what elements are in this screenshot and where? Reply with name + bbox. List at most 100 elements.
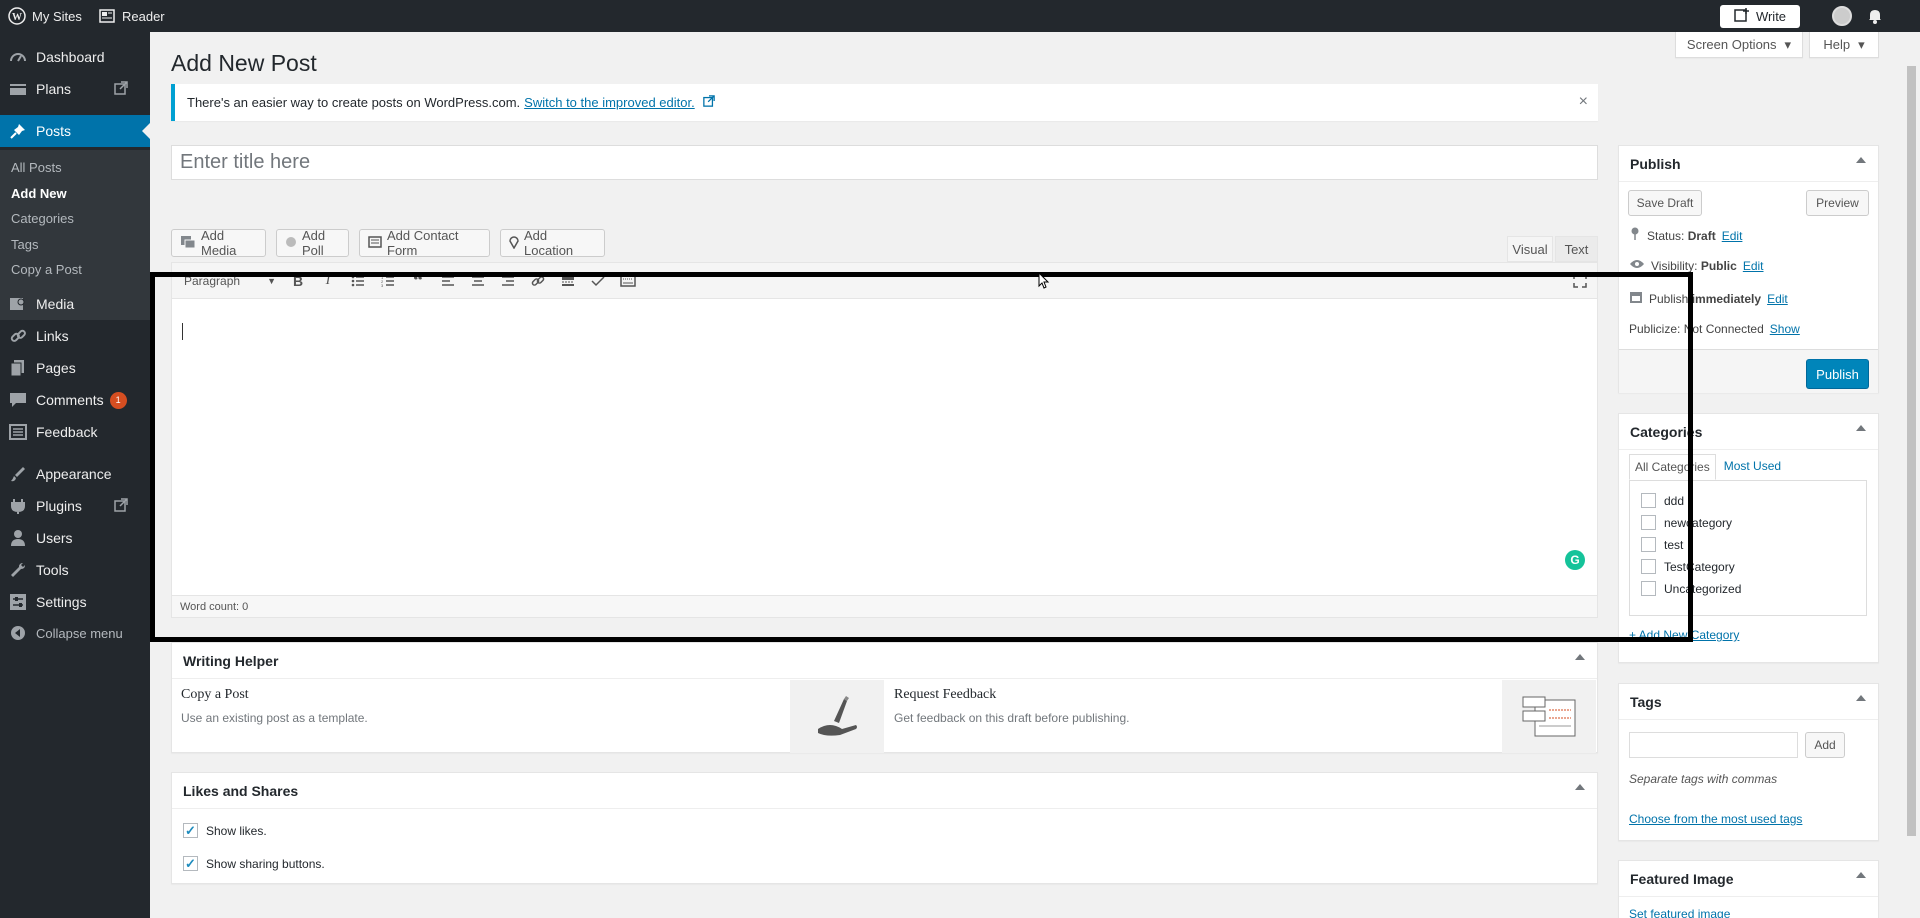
category-checkbox[interactable] xyxy=(1641,493,1656,508)
write-button[interactable]: Write xyxy=(1720,5,1800,28)
scrollbar-thumb[interactable] xyxy=(1907,66,1916,836)
set-featured-image-link[interactable]: Set featured image xyxy=(1629,907,1730,918)
add-location-button[interactable]: Add Location xyxy=(500,228,605,258)
grammarly-icon[interactable]: G xyxy=(1565,550,1585,570)
notifications-bell-icon[interactable] xyxy=(1866,7,1884,25)
sidebar-item-feedback[interactable]: Feedback xyxy=(0,416,150,448)
toggle-panel-icon[interactable] xyxy=(1575,654,1585,660)
toggle-panel-icon[interactable] xyxy=(1856,695,1866,701)
category-item[interactable]: Uncategorized xyxy=(1641,581,1741,596)
show-likes-option[interactable]: Show likes. xyxy=(183,823,267,838)
tab-visual[interactable]: Visual xyxy=(1507,236,1553,262)
submenu-categories[interactable]: Categories xyxy=(11,211,74,226)
spellcheck-icon[interactable] xyxy=(589,272,607,290)
align-center-icon[interactable] xyxy=(469,272,487,290)
collapse-menu-button[interactable]: Collapse menu xyxy=(0,617,150,649)
improved-editor-link[interactable]: Switch to the improved editor. xyxy=(524,95,695,110)
category-item[interactable]: ddd xyxy=(1641,493,1684,508)
sidebar-item-plans[interactable]: Plans xyxy=(0,73,150,105)
toggle-panel-icon[interactable] xyxy=(1856,872,1866,878)
external-link-icon[interactable] xyxy=(702,95,715,110)
sidebar-item-comments[interactable]: Comments 1 xyxy=(0,384,150,416)
category-item[interactable]: TestCategory xyxy=(1641,559,1735,574)
tag-input[interactable] xyxy=(1629,732,1798,758)
align-right-icon[interactable] xyxy=(499,272,517,290)
submenu-all-posts[interactable]: All Posts xyxy=(11,160,62,175)
submenu-add-new[interactable]: Add New xyxy=(11,186,67,201)
post-title-input[interactable]: Enter title here xyxy=(171,145,1598,180)
sidebar-item-label: Comments xyxy=(36,392,104,408)
sidebar-item-tools[interactable]: Tools xyxy=(0,554,150,586)
my-sites-link[interactable]: W My Sites xyxy=(8,0,82,32)
publicize-row: Publicize: Not Connected Show xyxy=(1629,322,1800,336)
request-feedback-option[interactable]: Request Feedback Get feedback on this dr… xyxy=(894,687,1394,767)
category-item[interactable]: test xyxy=(1641,537,1683,552)
reader-icon xyxy=(98,7,116,25)
read-more-icon[interactable] xyxy=(559,272,577,290)
sidebar-item-links[interactable]: Links xyxy=(0,320,150,352)
show-publicize-link[interactable]: Show xyxy=(1770,322,1800,336)
sidebar-item-label: Pages xyxy=(36,360,76,376)
add-poll-button[interactable]: Add Poll xyxy=(276,228,349,258)
align-left-icon[interactable] xyxy=(439,272,457,290)
choose-tags-link[interactable]: Choose from the most used tags xyxy=(1629,812,1802,826)
category-checkbox[interactable] xyxy=(1641,515,1656,530)
plans-icon xyxy=(8,79,28,99)
publish-button[interactable]: Publish xyxy=(1806,359,1869,389)
show-sharing-checkbox[interactable] xyxy=(183,856,198,871)
sidebar-item-plugins[interactable]: Plugins xyxy=(0,490,150,522)
edit-visibility-link[interactable]: Edit xyxy=(1743,259,1764,273)
category-checkbox[interactable] xyxy=(1641,537,1656,552)
toggle-panel-icon[interactable] xyxy=(1575,784,1585,790)
italic-icon[interactable]: I xyxy=(319,272,337,290)
toggle-panel-icon[interactable] xyxy=(1856,425,1866,431)
add-media-button[interactable]: Add Media xyxy=(171,228,266,258)
sidebar-item-pages[interactable]: Pages xyxy=(0,352,150,384)
preview-button[interactable]: Preview xyxy=(1806,190,1869,216)
sidebar-item-posts[interactable]: Posts xyxy=(0,115,150,147)
submenu-copy-a-post[interactable]: Copy a Post xyxy=(11,262,82,277)
bulleted-list-icon[interactable] xyxy=(349,272,367,290)
category-checkbox[interactable] xyxy=(1641,559,1656,574)
sidebar-item-media[interactable]: Media xyxy=(0,288,150,320)
bold-icon[interactable]: B xyxy=(289,272,307,290)
category-checkbox[interactable] xyxy=(1641,581,1656,596)
caret-down-icon: ▾ xyxy=(1858,36,1865,52)
tab-all-categories[interactable]: All Categories xyxy=(1629,454,1716,480)
insert-link-icon[interactable] xyxy=(529,272,547,290)
sidebar-item-label: Tools xyxy=(36,562,69,578)
numbered-list-icon[interactable]: 123 xyxy=(379,272,397,290)
tab-most-used[interactable]: Most Used xyxy=(1716,454,1789,480)
close-icon[interactable]: × xyxy=(1579,93,1588,111)
format-select[interactable]: Paragraph ▼ xyxy=(180,271,280,291)
edit-status-link[interactable]: Edit xyxy=(1722,229,1743,243)
toggle-panel-icon[interactable] xyxy=(1856,157,1866,163)
show-likes-checkbox[interactable] xyxy=(183,823,198,838)
reader-link[interactable]: Reader xyxy=(98,0,165,32)
add-contact-form-button[interactable]: Add Contact Form xyxy=(359,228,490,258)
save-draft-button[interactable]: Save Draft xyxy=(1628,190,1702,216)
help-label: Help xyxy=(1823,37,1851,52)
sidebar-item-dashboard[interactable]: Dashboard xyxy=(0,41,150,73)
publish-date-value: immediately xyxy=(1691,291,1762,306)
fullscreen-icon[interactable] xyxy=(1571,272,1589,290)
add-new-category-link[interactable]: + Add New Category xyxy=(1629,628,1739,642)
page-scrollbar[interactable] xyxy=(1903,32,1920,918)
edit-publish-date-link[interactable]: Edit xyxy=(1767,292,1788,306)
publish-box: Publish Save Draft Preview Status: Draft… xyxy=(1618,145,1879,393)
add-tag-button[interactable]: Add xyxy=(1805,732,1845,758)
avatar[interactable] xyxy=(1832,6,1852,26)
blockquote-icon[interactable]: “ xyxy=(409,270,427,292)
sidebar-item-appearance[interactable]: Appearance xyxy=(0,458,150,490)
sidebar-item-settings[interactable]: Settings xyxy=(0,586,150,618)
help-button[interactable]: Help ▾ xyxy=(1809,32,1879,58)
keyboard-icon[interactable] xyxy=(619,272,637,290)
sidebar-item-users[interactable]: Users xyxy=(0,522,150,554)
category-item[interactable]: newcategory xyxy=(1641,515,1732,530)
tab-text[interactable]: Text xyxy=(1555,236,1598,262)
featured-image-title: Featured Image xyxy=(1619,861,1878,897)
submenu-tags[interactable]: Tags xyxy=(11,237,38,252)
show-sharing-option[interactable]: Show sharing buttons. xyxy=(183,856,325,871)
copy-a-post-option[interactable]: Copy a Post Use an existing post as a te… xyxy=(181,687,781,767)
screen-options-button[interactable]: Screen Options ▾ xyxy=(1675,32,1803,58)
